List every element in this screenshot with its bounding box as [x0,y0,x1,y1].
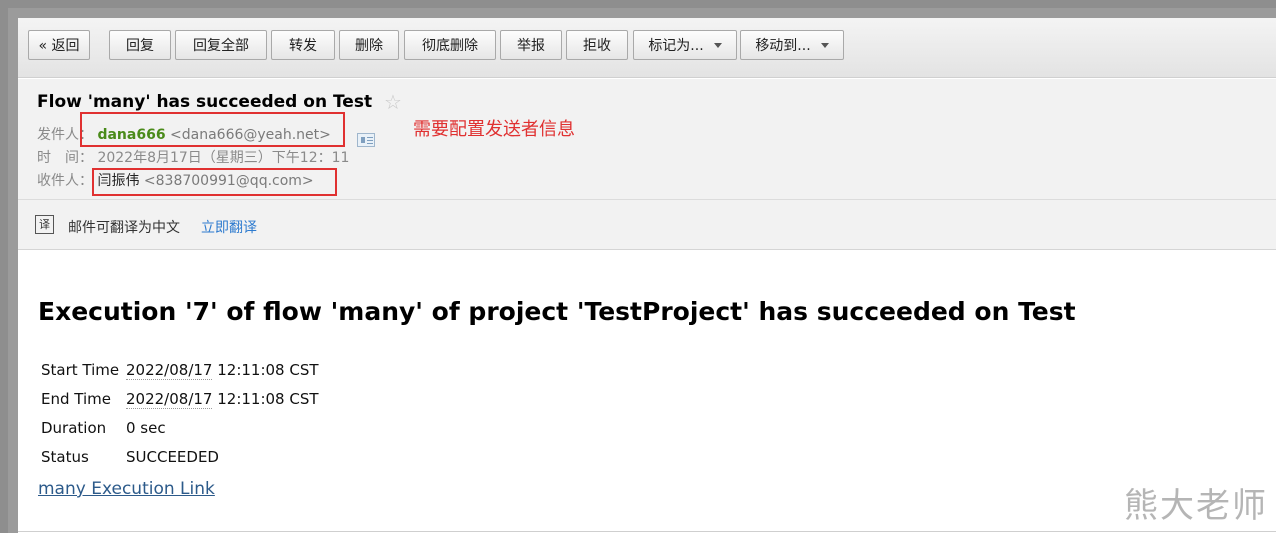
time-label: 时 间： [37,150,93,166]
detail-label: Status [41,448,89,466]
mail-subject: Flow 'many' has succeeded on Test [37,92,373,112]
forward-button[interactable]: 转发 [271,30,335,60]
translate-icon: 译 [35,215,54,234]
mail-header: Flow 'many' has succeeded on Test ☆ 发件人：… [18,79,1276,199]
detail-label: Duration [41,419,107,437]
recipient-highlight-box [92,168,337,196]
watermark-text: 熊大老师 [1124,486,1268,526]
delete-button[interactable]: 删除 [339,30,399,60]
detail-label: Start Time [41,361,120,379]
mail-toolbar: « 返回 回复 回复全部 转发 删除 彻底删除 举报 拒收 标记为... 移动到… [18,18,1276,78]
reject-button[interactable]: 拒收 [566,30,628,60]
translate-text: 邮件可翻译为中文 [68,220,180,236]
detail-label: End Time [41,390,111,408]
mark-as-label: 标记为... [648,38,704,54]
detail-value: SUCCEEDED [126,448,219,466]
back-button[interactable]: « 返回 [28,30,90,60]
annotation-text: 需要配置发送者信息 [413,119,575,140]
translate-bar: 译 邮件可翻译为中文 立即翻译 [18,199,1276,250]
contact-card-icon[interactable] [357,133,375,147]
chevron-down-icon [713,42,722,48]
email-body-title: Execution '7' of flow 'many' of project … [38,297,1076,326]
mark-as-dropdown[interactable]: 标记为... [633,30,737,60]
date-value: 2022/08/17 [126,361,213,380]
mail-view: « 返回 回复 回复全部 转发 删除 彻底删除 举报 拒收 标记为... 移动到… [18,18,1276,533]
date-value: 2022/08/17 [126,390,213,409]
star-icon[interactable]: ☆ [384,90,402,115]
time-value: 2022年8月17日（星期三）下午12：11 [97,150,350,166]
time-value: 12:11:08 CST [212,390,319,408]
sender-highlight-box [80,112,345,147]
recipient-label: 收件人： [37,173,93,189]
time-value: 12:11:08 CST [212,361,319,379]
window-frame: « 返回 回复 回复全部 转发 删除 彻底删除 举报 拒收 标记为... 移动到… [8,8,1276,533]
translate-now-link[interactable]: 立即翻译 [201,217,257,237]
delete-permanently-button[interactable]: 彻底删除 [404,30,496,60]
detail-value: 0 sec [126,419,166,437]
report-button[interactable]: 举报 [500,30,562,60]
detail-value: 2022/08/17 12:11:08 CST [126,390,319,409]
execution-link[interactable]: many Execution Link [38,479,215,499]
move-to-dropdown[interactable]: 移动到... [740,30,844,60]
detail-value: 2022/08/17 12:11:08 CST [126,361,319,380]
divider [18,531,1276,532]
move-to-label: 移动到... [755,38,811,54]
time-row: 时 间： 2022年8月17日（星期三）下午12：11 [37,147,349,167]
chevron-down-icon [820,42,829,48]
reply-all-button[interactable]: 回复全部 [175,30,267,60]
reply-button[interactable]: 回复 [109,30,171,60]
